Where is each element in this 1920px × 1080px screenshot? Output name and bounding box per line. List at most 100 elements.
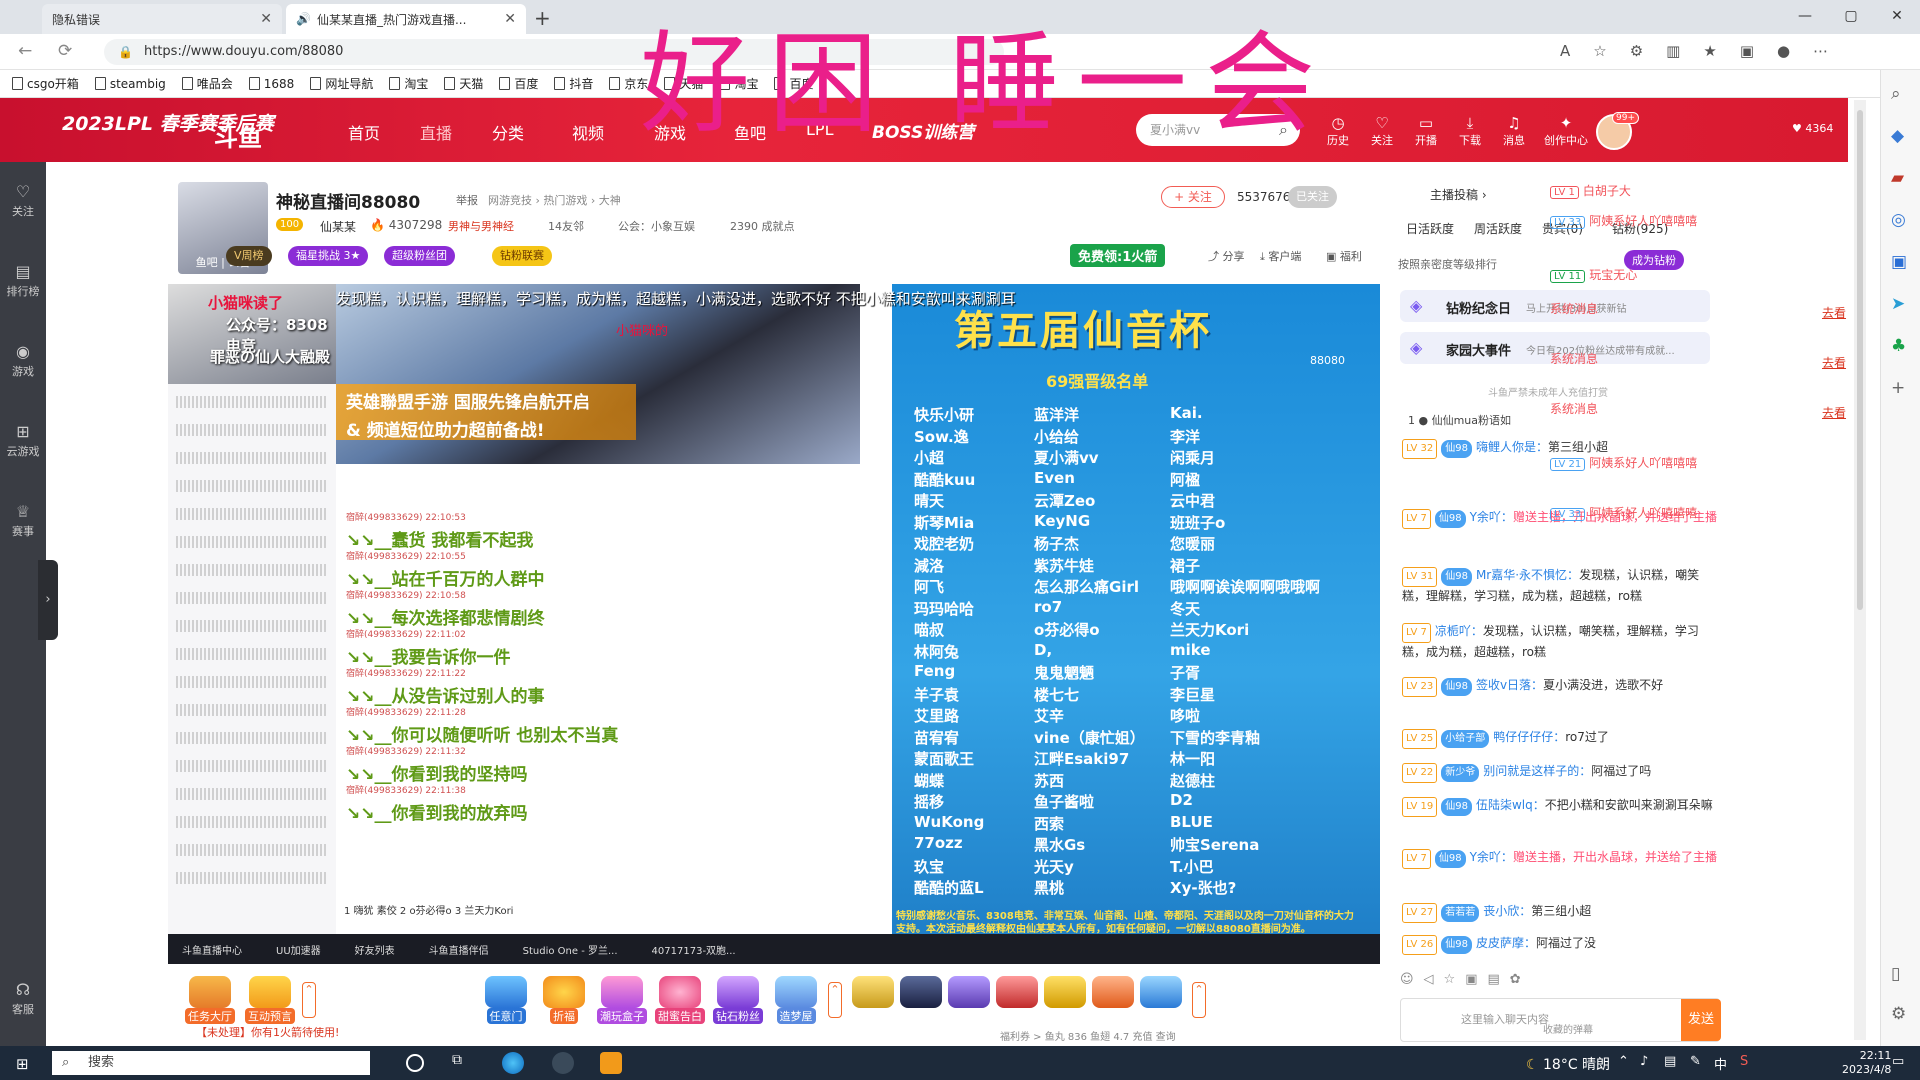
gift-item[interactable]	[1136, 976, 1186, 1008]
bookmark[interactable]: 唯品会	[182, 75, 233, 92]
tab-weekly-activity[interactable]: 周活跃度	[1474, 220, 1522, 237]
os-search-box[interactable]: ⌕ 搜索	[52, 1051, 370, 1075]
gift-blindbox[interactable]: 潮玩盒子	[594, 976, 650, 1024]
nav-video[interactable]: 视频	[572, 120, 604, 144]
sidebar-item-game[interactable]: ◉ 游戏	[0, 342, 46, 379]
weekly-rank-pill[interactable]: V周榜	[226, 246, 272, 266]
nav-boss-camp[interactable]: BOSS训练营	[872, 118, 974, 143]
header-follow[interactable]: ♡ 关注	[1362, 114, 1402, 148]
welfare-button[interactable]: ▣ 福利	[1326, 248, 1362, 264]
nav-lpl[interactable]: LPL	[806, 120, 833, 139]
anchor-tag[interactable]: 男神与男神经	[448, 218, 514, 234]
tree-icon[interactable]: ♣	[1891, 336, 1906, 356]
chat-nick[interactable]: 皮皮萨摩：	[1476, 936, 1536, 950]
chat-nick[interactable]: 嗨鲤人你是：	[1476, 440, 1548, 454]
volume-icon[interactable]: ♪	[1640, 1054, 1648, 1069]
header-history[interactable]: ◷ 历史	[1318, 114, 1358, 148]
friends-count[interactable]: 14友邻	[548, 218, 584, 234]
bookmark[interactable]: 天猫	[444, 75, 483, 92]
pen-icon[interactable]: ✎	[1690, 1054, 1701, 1069]
close-window-button[interactable]: ✕	[1874, 0, 1920, 34]
goto-link[interactable]: 去看	[1822, 354, 1846, 371]
gift-item[interactable]	[944, 976, 994, 1008]
panel-icon[interactable]: ▯	[1891, 964, 1900, 984]
profile-icon[interactable]: ●	[1777, 42, 1790, 60]
tray-chevron-icon[interactable]: ⌃	[1618, 1054, 1629, 1069]
favorites-icon[interactable]: ★	[1703, 42, 1716, 60]
edge-browser-icon[interactable]	[502, 1052, 524, 1074]
task-view-icon[interactable]: ⧉	[452, 1052, 474, 1074]
gift-dream-house[interactable]: 造梦屋	[768, 976, 824, 1024]
url-field[interactable]: 🔒 https://www.douyu.com/88080	[104, 39, 1004, 65]
send-icon[interactable]: ➤	[1891, 294, 1905, 314]
bookmark[interactable]: 网址导航	[310, 75, 373, 92]
bookmark[interactable]: 1688	[249, 77, 295, 91]
sidebar-expand-button[interactable]: ›	[38, 560, 58, 640]
maximize-button[interactable]: ▢	[1828, 0, 1874, 34]
bookmark[interactable]: 京东	[609, 75, 648, 92]
briefcase-icon[interactable]: ▰	[1891, 168, 1904, 188]
header-creator[interactable]: ✦ 创作中心	[1540, 114, 1592, 148]
gift-zhefu[interactable]: 折福	[536, 976, 592, 1024]
sidebar-item-follow[interactable]: ♡ 关注	[0, 182, 46, 219]
app-icon[interactable]	[552, 1052, 574, 1074]
rocket-notice[interactable]: 【未处理】你有1火箭待使用!	[196, 1024, 339, 1040]
gift-item[interactable]	[848, 976, 898, 1008]
chat-input[interactable]: 这里输入聊天内容 收藏的弹幕 发送	[1400, 998, 1721, 1042]
app-tray-icon[interactable]: S	[1740, 1054, 1748, 1069]
gift-item[interactable]	[992, 976, 1042, 1008]
nav-live[interactable]: 直播	[420, 120, 452, 144]
clock[interactable]: 22:11 2023/4/8	[1842, 1049, 1891, 1077]
search-icon[interactable]: ⌕	[1891, 84, 1901, 104]
send-button[interactable]: 发送	[1681, 999, 1721, 1041]
free-rocket-button[interactable]: 免费领:1火箭	[1070, 244, 1166, 267]
sidebar-item-rank[interactable]: ▤ 排行榜	[0, 262, 46, 299]
gift-item[interactable]	[1088, 976, 1138, 1008]
search-icon[interactable]: ⌕	[1279, 114, 1288, 146]
client-button[interactable]: ⤓ 客户端	[1260, 248, 1301, 264]
super-fans-pill[interactable]: 超级粉丝团	[384, 246, 455, 266]
chat-nick[interactable]: 丧小欣：	[1483, 904, 1531, 918]
new-tab-button[interactable]: +	[534, 6, 551, 30]
nav-category[interactable]: 分类	[492, 120, 524, 144]
gift-item[interactable]	[1040, 976, 1090, 1008]
collections-icon[interactable]: ▣	[1740, 42, 1754, 60]
read-aloud-icon[interactable]: A	[1560, 42, 1570, 60]
douyu-logo[interactable]: 斗鱼	[214, 118, 262, 153]
bookmark[interactable]: 天猫	[664, 75, 703, 92]
header-download[interactable]: ⤓ 下载	[1450, 114, 1490, 148]
task-hall-button[interactable]: 任务大厅	[182, 976, 238, 1024]
extensions-icon[interactable]: ⚙	[1630, 42, 1643, 60]
chat-nick[interactable]: 别问就是这样子的：	[1483, 764, 1591, 778]
sidebar-item-service[interactable]: ☊ 客服	[0, 980, 46, 1017]
followed-button[interactable]: 已关注	[1288, 186, 1337, 208]
bookmark[interactable]: steambig	[95, 77, 166, 91]
bookmark[interactable]: csgo开箱	[12, 75, 79, 92]
network-icon[interactable]: ▤	[1664, 1054, 1676, 1069]
speaker-icon[interactable]: 🔊	[296, 12, 311, 26]
windows-start-icon[interactable]: ⊞	[16, 1055, 29, 1073]
chat-nick[interactable]: Y余吖：	[1470, 850, 1513, 864]
expand-arrow[interactable]: ⌃	[1192, 982, 1206, 1018]
follow-button[interactable]: + 关注	[1161, 186, 1225, 208]
cortana-icon[interactable]	[406, 1054, 424, 1072]
gear-icon[interactable]: ⚙	[1891, 1004, 1906, 1024]
wallet-line[interactable]: 福利券 > 鱼丸 836 鱼翅 4.7 充值 查询	[1000, 1028, 1176, 1043]
chat-nick[interactable]: 伍陆柒wlq：	[1476, 798, 1545, 812]
chat-nick[interactable]: Y余吖：	[1470, 510, 1513, 524]
chat-tools[interactable]: ☺◁☆▣▤✿	[1400, 972, 1531, 987]
outlook-icon[interactable]: ▣	[1891, 252, 1907, 272]
circle-icon[interactable]: ◎	[1891, 210, 1906, 230]
ime-indicator[interactable]: 中	[1714, 1054, 1727, 1073]
diamond-league-pill[interactable]: 钻粉联赛	[492, 246, 552, 266]
bookmark[interactable]: 淘宝	[719, 75, 758, 92]
more-icon[interactable]: ⋯	[1813, 42, 1828, 60]
notification-icon[interactable]: ▭	[1892, 1054, 1904, 1069]
breadcrumb[interactable]: 网游竞技 › 热门游戏 › 大神	[488, 192, 621, 208]
close-icon[interactable]: ✕	[260, 11, 272, 27]
gift-anydoor[interactable]: 任意门	[478, 976, 534, 1024]
achievement-points[interactable]: 2390 成就点	[730, 218, 795, 234]
gift-item[interactable]	[896, 976, 946, 1008]
nav-home[interactable]: 首页	[348, 120, 380, 144]
sidebar-item-events[interactable]: ♕ 赛事	[0, 502, 46, 539]
